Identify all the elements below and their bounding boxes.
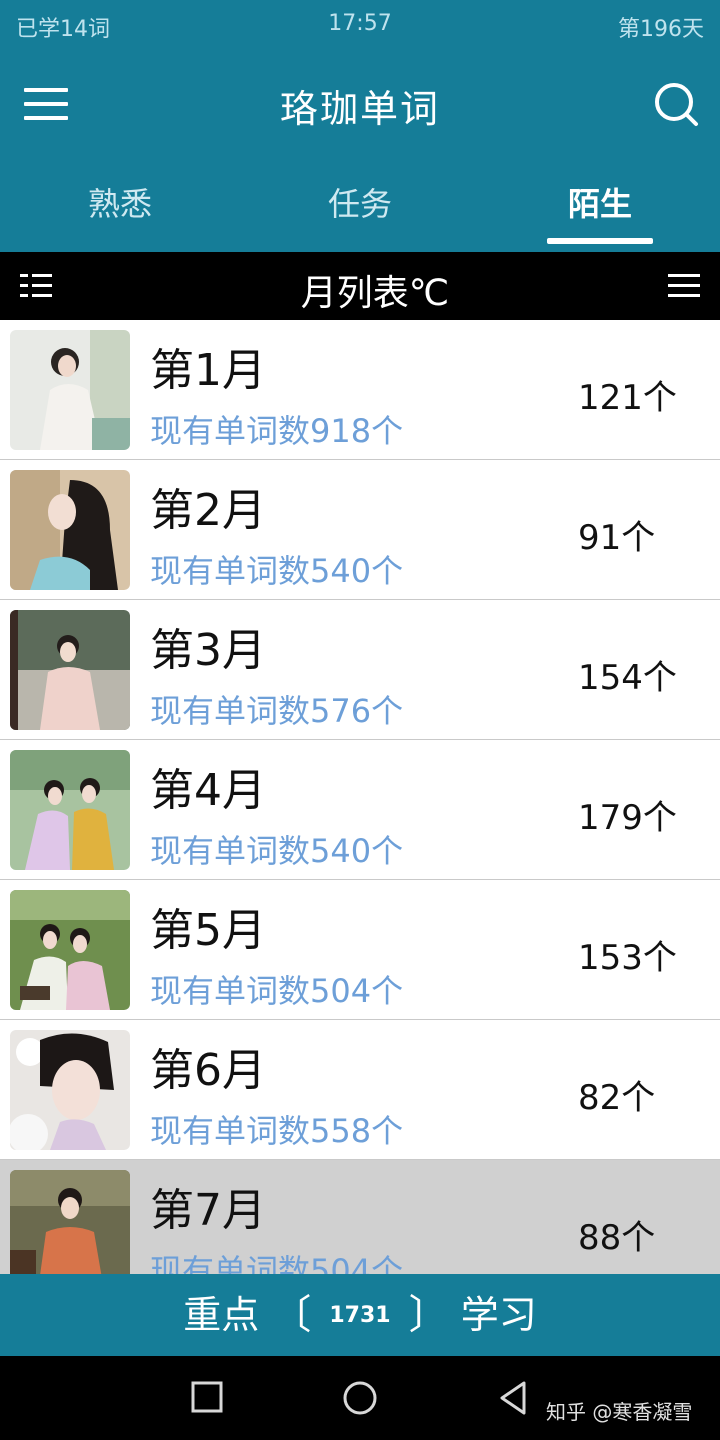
status-bar: 已学14词 17:57 第196天: [0, 0, 720, 50]
month-thumbnail-image: [10, 610, 130, 730]
tab-bar: 熟悉 任务 陌生: [0, 160, 720, 252]
month-thumbnail-image: [10, 890, 130, 1010]
month-thumbnail-image: [10, 1170, 130, 1274]
month-name: 第1月: [150, 345, 266, 396]
month-list[interactable]: 第1月 现有单词数918个 121个 第2月 现有单词数540个 91个 第3月…: [0, 320, 720, 1274]
month-list-header: 月列表℃: [0, 252, 720, 320]
month-unfamiliar-count: 88个: [578, 1218, 656, 1258]
clock: 17:57: [328, 11, 392, 36]
recent-apps-icon[interactable]: [188, 1378, 228, 1418]
key-word-count: 1731: [329, 1303, 391, 1328]
list-item-month-2[interactable]: 第2月 现有单词数540个 91个: [0, 460, 720, 600]
month-unfamiliar-count: 154个: [578, 658, 677, 698]
back-icon[interactable]: [494, 1378, 534, 1418]
month-word-total: 现有单词数504个: [150, 972, 404, 1010]
study-bar-open-bracket: 〔: [271, 1292, 312, 1338]
month-name: 第4月: [150, 765, 266, 816]
month-name: 第2月: [150, 485, 266, 536]
tab-tasks[interactable]: 任务: [240, 160, 480, 252]
month-word-total: 现有单词数504个: [150, 1252, 404, 1274]
active-tab-indicator: [547, 238, 653, 244]
day-count-status: 第196天: [618, 17, 704, 42]
app-title: 珞珈单词: [279, 87, 440, 131]
app-screen: 已学14词 17:57 第196天 珞珈单词 熟悉 任务 陌生 月列表℃ 第1月…: [0, 0, 720, 1440]
month-thumbnail-image: [10, 470, 130, 590]
list-item-month-7[interactable]: 第7月 现有单词数504个 88个: [0, 1160, 720, 1274]
list-item-month-6[interactable]: 第6月 现有单词数558个 82个: [0, 1020, 720, 1160]
month-word-total: 现有单词数918个: [150, 412, 404, 450]
menu-lines-icon[interactable]: [668, 272, 700, 300]
month-thumbnail-image: [10, 1030, 130, 1150]
study-key-words-button[interactable]: 重点 〔 1731 〕 学习: [0, 1274, 720, 1356]
list-item-month-4[interactable]: 第4月 现有单词数540个 179个: [0, 740, 720, 880]
tab-familiar[interactable]: 熟悉: [0, 160, 240, 252]
study-bar-left-label: 重点: [183, 1293, 260, 1337]
app-bar: 珞珈单词: [0, 50, 720, 160]
month-list-title: 月列表℃: [300, 273, 450, 314]
month-word-total: 现有单词数540个: [150, 552, 404, 590]
month-unfamiliar-count: 179个: [578, 798, 677, 838]
home-icon[interactable]: [340, 1378, 380, 1418]
study-bar-close-bracket: 〕: [408, 1292, 449, 1338]
month-word-total: 现有单词数558个: [150, 1112, 404, 1150]
list-item-month-1[interactable]: 第1月 现有单词数918个 121个: [0, 320, 720, 460]
month-thumbnail-image: [10, 750, 130, 870]
month-thumbnail-image: [10, 330, 130, 450]
list-item-month-3[interactable]: 第3月 现有单词数576个 154个: [0, 600, 720, 740]
month-unfamiliar-count: 121个: [578, 378, 677, 418]
system-navigation-bar: 知乎 @寒香凝雪: [0, 1356, 720, 1440]
month-word-total: 现有单词数540个: [150, 832, 404, 870]
list-item-month-5[interactable]: 第5月 现有单词数504个 153个: [0, 880, 720, 1020]
month-name: 第3月: [150, 625, 266, 676]
month-name: 第7月: [150, 1185, 266, 1236]
month-unfamiliar-count: 91个: [578, 518, 656, 558]
study-bar-right-label: 学习: [460, 1293, 537, 1337]
month-name: 第6月: [150, 1045, 266, 1096]
watermark-text: 知乎 @寒香凝雪: [546, 1400, 693, 1424]
search-icon[interactable]: [652, 80, 700, 128]
month-unfamiliar-count: 153个: [578, 938, 677, 978]
month-unfamiliar-count: 82个: [578, 1078, 656, 1118]
month-word-total: 现有单词数576个: [150, 692, 404, 730]
month-name: 第5月: [150, 905, 266, 956]
